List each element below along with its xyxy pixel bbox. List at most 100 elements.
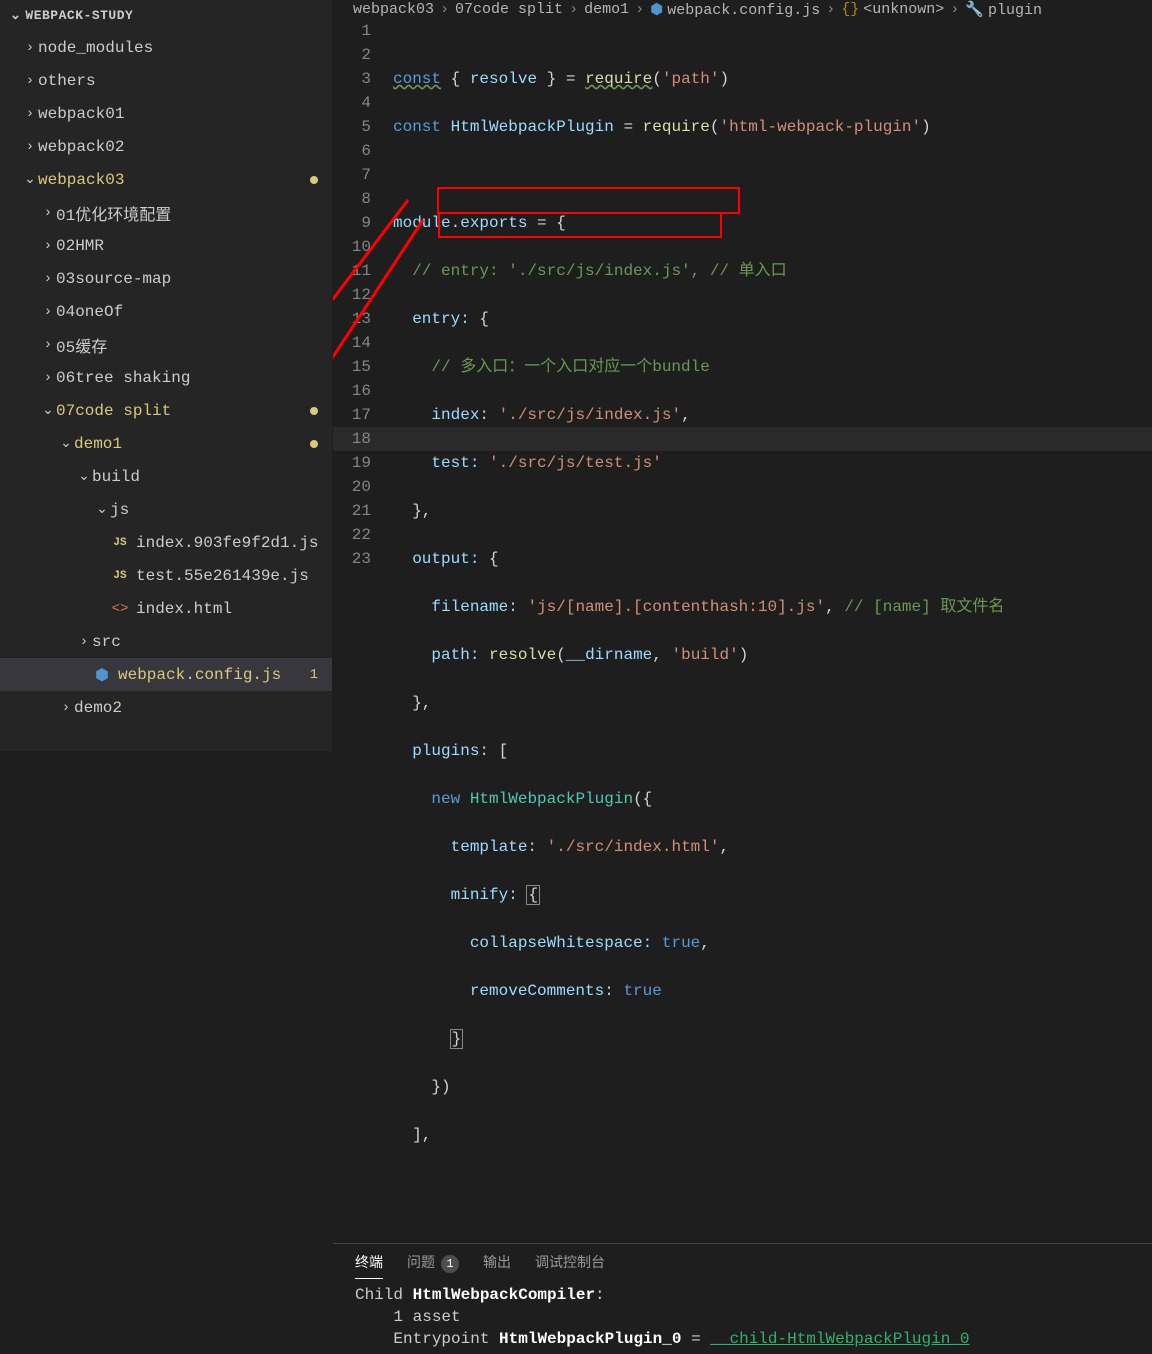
file-icon: JS <box>110 570 130 582</box>
line-number: 5 <box>333 115 371 139</box>
tree-item-02hmr[interactable]: ›02HMR <box>0 229 332 262</box>
terminal-tab-输出[interactable]: 输出 <box>483 1246 511 1278</box>
tree-item-label: demo1 <box>74 435 122 453</box>
breadcrumb[interactable]: webpack03 › 07code split › demo1 › ⬢webpack.co… <box>333 0 1152 19</box>
breadcrumb-separator: › <box>826 1 835 18</box>
tree-item-webpack03[interactable]: ⌄webpack03 <box>0 163 332 196</box>
terminal-tabs[interactable]: 终端问题1 输出调试控制台 <box>333 1244 1152 1280</box>
tree-item-label: webpack03 <box>38 171 124 189</box>
tree-item-index-html[interactable]: <>index.html <box>0 592 332 625</box>
modified-dot-icon <box>310 176 318 184</box>
tree-item-test-55e261439e-js[interactable]: JStest.55e261439e.js <box>0 559 332 592</box>
tree-item-label: src <box>92 633 121 651</box>
line-number: 18 <box>333 427 371 451</box>
tree-item-webpack-config-js[interactable]: ⬢webpack.config.js1 <box>0 658 332 691</box>
chevron-icon: ⌄ <box>76 468 92 485</box>
tree-item-build[interactable]: ⌄build <box>0 460 332 493</box>
line-number: 4 <box>333 91 371 115</box>
file-tree: ›node_modules›others›webpack01›webpack02… <box>0 31 332 751</box>
problem-count-badge: 1 <box>441 1255 459 1273</box>
tree-item-label: 05缓存 <box>56 333 107 357</box>
tree-item-label: 01优化环境配置 <box>56 201 171 225</box>
chevron-icon: › <box>40 370 56 386</box>
modified-dot-icon <box>310 407 318 415</box>
code-editor[interactable]: 1234567891011121314151617181920212223 co… <box>333 19 1152 1243</box>
breadcrumb-item[interactable]: webpack03 <box>353 1 434 18</box>
line-number: 8 <box>333 187 371 211</box>
tree-item-03source-map[interactable]: ›03source-map <box>0 262 332 295</box>
tree-item-demo1[interactable]: ⌄demo1 <box>0 427 332 460</box>
breadcrumb-item[interactable]: demo1 <box>584 1 629 18</box>
tree-item-demo2[interactable]: ›demo2 <box>0 691 332 724</box>
tree-item-webpack02[interactable]: ›webpack02 <box>0 130 332 163</box>
chevron-icon: ⌄ <box>40 402 56 419</box>
tree-item-label: js <box>110 501 129 519</box>
line-number: 9 <box>333 211 371 235</box>
tree-item-label: index.html <box>136 600 232 618</box>
line-number: 22 <box>333 523 371 547</box>
editor-area: webpack03 › 07code split › demo1 › ⬢webpack.co… <box>333 0 1152 751</box>
terminal-tab-终端[interactable]: 终端 <box>355 1246 383 1279</box>
tree-item-05-[interactable]: ›05缓存 <box>0 328 332 361</box>
line-number: 21 <box>333 499 371 523</box>
tree-item-label: webpack02 <box>38 138 124 156</box>
chevron-icon: › <box>40 337 56 353</box>
chevron-icon: ⌄ <box>58 435 74 452</box>
code-content[interactable]: const { resolve } = require('path') cons… <box>393 19 1152 1243</box>
tree-item-06tree-shaking[interactable]: ›06tree shaking <box>0 361 332 394</box>
explorer-sidebar: ⌄ WEBPACK-STUDY ›node_modules›others›web… <box>0 0 333 751</box>
chevron-icon: ⌄ <box>94 501 110 518</box>
terminal-output[interactable]: Child HtmlWebpackCompiler: 1 asset Entry… <box>333 1280 1152 1354</box>
line-number: 14 <box>333 331 371 355</box>
breadcrumb-item[interactable]: {}<unknown> <box>841 1 944 18</box>
chevron-icon: › <box>22 106 38 122</box>
breadcrumb-label: <unknown> <box>863 1 944 18</box>
line-number: 11 <box>333 259 371 283</box>
breadcrumb-label: 07code split <box>455 1 563 18</box>
tree-item-label: 03source-map <box>56 270 171 288</box>
terminal-tab-调试控制台[interactable]: 调试控制台 <box>535 1246 605 1278</box>
tree-item-js[interactable]: ⌄js <box>0 493 332 526</box>
tree-item-01-[interactable]: ›01优化环境配置 <box>0 196 332 229</box>
tree-item-label: webpack.config.js <box>118 666 281 684</box>
line-number: 6 <box>333 139 371 163</box>
line-number: 15 <box>333 355 371 379</box>
line-number: 1 <box>333 19 371 43</box>
tree-item-label: 02HMR <box>56 237 104 255</box>
tree-item-07code-split[interactable]: ⌄07code split <box>0 394 332 427</box>
tree-item-webpack01[interactable]: ›webpack01 <box>0 97 332 130</box>
line-number: 3 <box>333 67 371 91</box>
tree-item-src[interactable]: ›src <box>0 625 332 658</box>
line-number: 19 <box>333 451 371 475</box>
terminal-panel: 终端问题1 输出调试控制台 Child HtmlWebpackCompiler: … <box>333 1243 1152 1354</box>
breadcrumb-label: plugin <box>988 2 1042 19</box>
breadcrumb-icon: 🔧 <box>965 2 984 19</box>
breadcrumb-separator: › <box>440 1 449 18</box>
chevron-icon: › <box>40 238 56 254</box>
breadcrumb-separator: › <box>635 1 644 18</box>
line-number: 13 <box>333 307 371 331</box>
breadcrumb-separator: › <box>950 1 959 18</box>
project-title: WEBPACK-STUDY <box>25 8 133 23</box>
tree-item-node-modules[interactable]: ›node_modules <box>0 31 332 64</box>
breadcrumb-item[interactable]: 🔧plugin <box>965 0 1042 19</box>
line-number: 16 <box>333 379 371 403</box>
breadcrumb-label: demo1 <box>584 1 629 18</box>
breadcrumb-item[interactable]: ⬢webpack.config.js <box>650 0 820 19</box>
tree-item-label: 06tree shaking <box>56 369 190 387</box>
tree-item-label: index.903fe9f2d1.js <box>136 534 318 552</box>
tree-item-label: demo2 <box>74 699 122 717</box>
tree-item-others[interactable]: ›others <box>0 64 332 97</box>
tree-item-index-903fe9f2d1-js[interactable]: JS index.903fe9f2d1.js <box>0 526 332 559</box>
breadcrumb-item[interactable]: 07code split <box>455 1 563 18</box>
breadcrumb-separator: › <box>569 1 578 18</box>
tree-item-04oneof[interactable]: ›04oneOf <box>0 295 332 328</box>
chevron-icon: › <box>40 304 56 320</box>
chevron-icon: ⌄ <box>22 171 38 188</box>
explorer-header[interactable]: ⌄ WEBPACK-STUDY <box>0 0 332 31</box>
file-icon: ⬢ <box>92 665 112 685</box>
terminal-tab-问题[interactable]: 问题1 <box>407 1246 459 1279</box>
breadcrumb-label: webpack.config.js <box>667 2 820 19</box>
file-icon: JS <box>110 537 130 549</box>
chevron-icon: › <box>22 73 38 89</box>
